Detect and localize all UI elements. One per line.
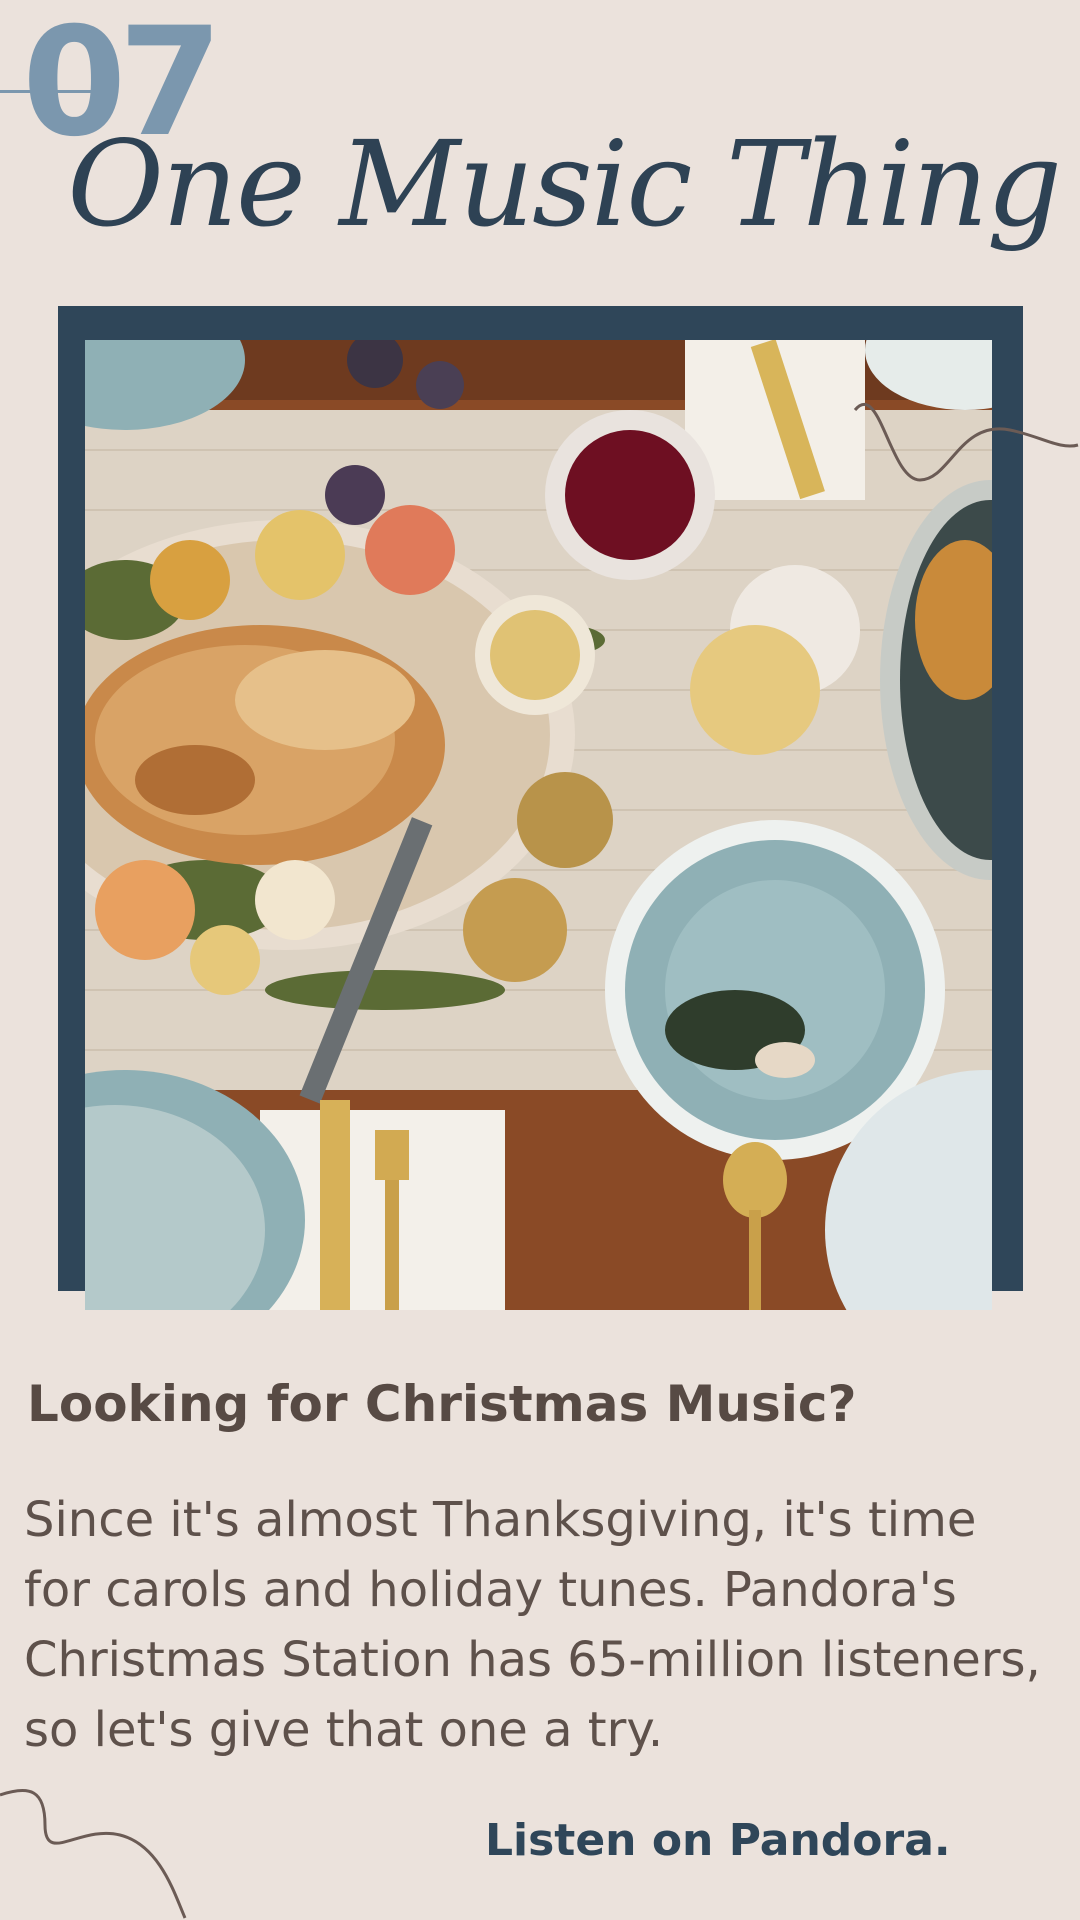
squiggle-top-right-decoration <box>853 402 1079 482</box>
article-body: Since it's almost Thanksgiving, it's tim… <box>24 1492 1041 1758</box>
issue-number-line <box>0 90 105 93</box>
article-heading: Looking for Christmas Music? <box>27 1375 857 1433</box>
listen-on-pandora-link[interactable]: Listen on Pandora. <box>485 1815 951 1866</box>
squiggle-bottom-left-decoration <box>0 1788 187 1919</box>
page-title: One Music Thing <box>67 115 1062 253</box>
